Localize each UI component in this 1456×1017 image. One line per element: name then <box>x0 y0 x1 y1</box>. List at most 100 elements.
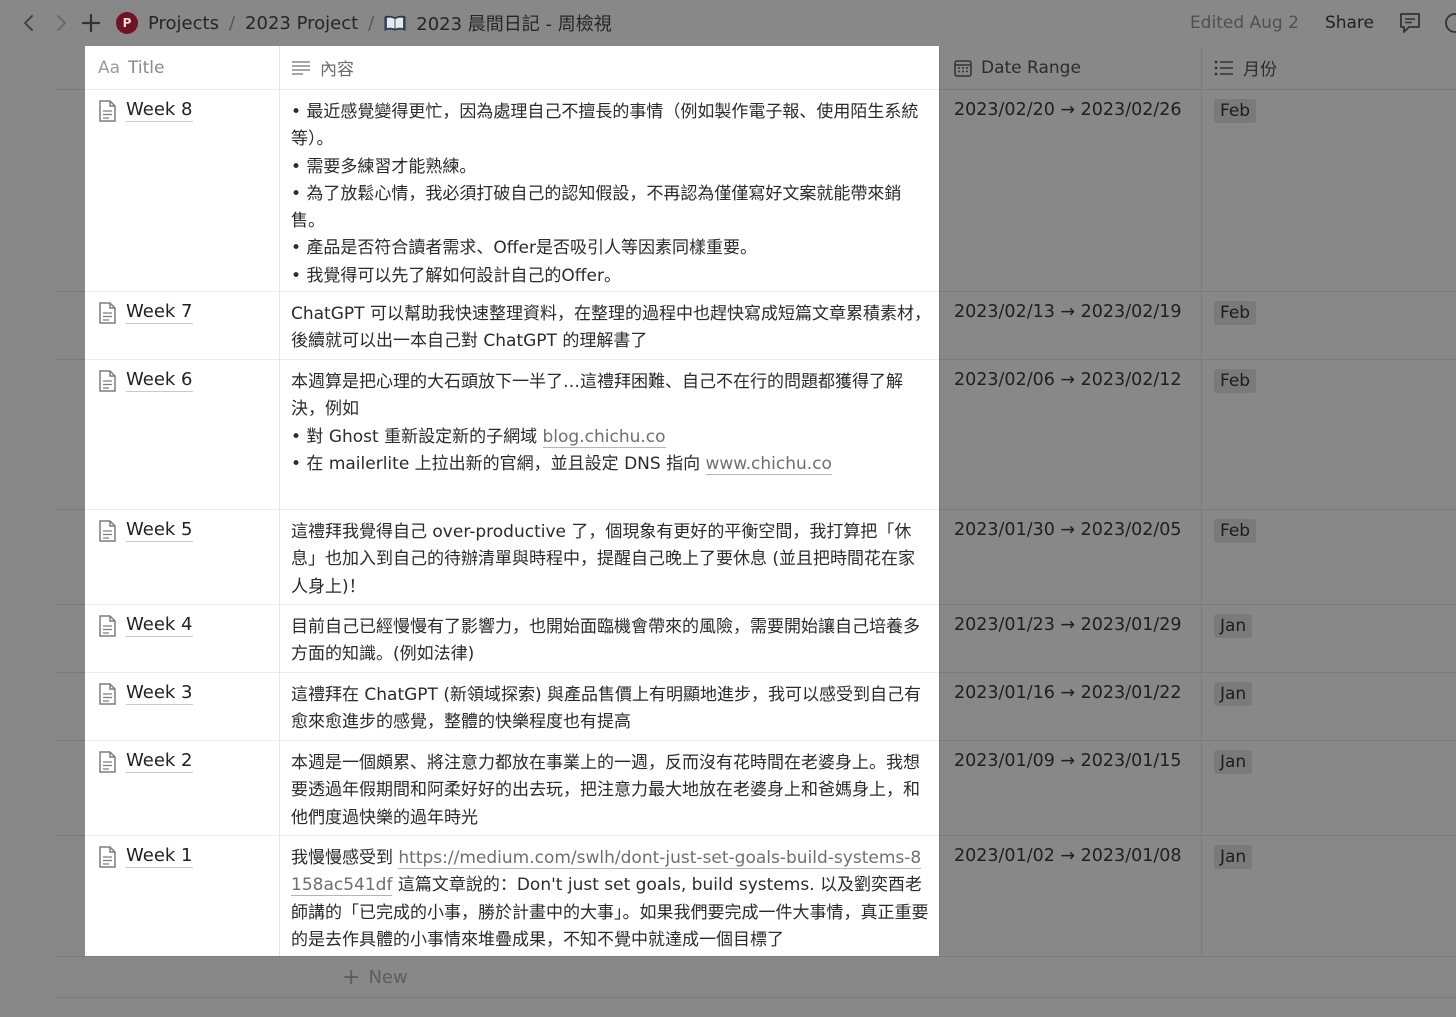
date-range-value: 2023/02/13 → 2023/02/19 <box>954 302 1182 322</box>
page-icon <box>98 302 117 324</box>
title-cell[interactable]: Week 3 <box>85 672 279 740</box>
content-line: • 產品是否符合讀者需求、Offer是否吸引人等因素同樣重要。 <box>291 238 757 259</box>
date-range-value: 2023/02/20 → 2023/02/26 <box>954 100 1182 120</box>
month-cell[interactable]: Feb <box>1201 360 1456 509</box>
new-row-label: New <box>368 967 408 988</box>
month-cell[interactable]: Jan <box>1201 605 1456 672</box>
content-line: • 為了放鬆心情，我必須打破自己的認知假設，不再認為僅僅寫好文案就能帶來銷售。 <box>291 183 902 232</box>
title-cell[interactable]: Week 7 <box>85 291 279 359</box>
month-cell[interactable]: Jan <box>1201 836 1456 957</box>
month-cell[interactable]: Jan <box>1201 673 1456 740</box>
date-cell[interactable]: 2023/02/06 → 2023/02/12 <box>939 360 1201 509</box>
column-header-content[interactable]: 內容 <box>279 46 939 89</box>
breadcrumb-separator: / <box>368 12 375 34</box>
column-header-title[interactable]: Aa Title <box>85 46 279 89</box>
new-row-button[interactable]: + New <box>342 964 408 990</box>
content-cell[interactable]: ChatGPT 可以幫助我快速整理資料，在整理的過程中也趕快寫成短篇文章累積素材… <box>279 291 939 359</box>
breadcrumb-2023-project[interactable]: 2023 Project <box>245 13 358 34</box>
row-title[interactable]: Week 6 <box>126 369 193 392</box>
content-cell[interactable]: • 最近感覺變得更忙，因為處理自己不擅長的事情（例如製作電子報、使用陌生系統等）… <box>279 89 939 291</box>
calendar-icon <box>954 59 972 77</box>
edited-timestamp: Edited Aug 2 <box>1189 13 1299 33</box>
date-range-value: 2023/01/09 → 2023/01/15 <box>954 751 1182 771</box>
date-cell[interactable]: 2023/02/13 → 2023/02/19 <box>939 292 1201 359</box>
row-title[interactable]: Week 8 <box>126 99 193 122</box>
content-cell[interactable]: 本週是一個頗累、將注意力都放在事業上的一週，反而沒有花時間在老婆身上。我想要透過… <box>279 740 939 835</box>
date-range-value: 2023/01/02 → 2023/01/08 <box>954 846 1182 866</box>
date-range-value: 2023/01/16 → 2023/01/22 <box>954 683 1182 703</box>
row-title[interactable]: Week 4 <box>126 614 193 637</box>
month-cell[interactable]: Feb <box>1201 510 1456 604</box>
page-icon <box>98 370 117 392</box>
column-header-label: 內容 <box>320 60 354 80</box>
bullet-text: • 對 Ghost 重新設定新的子網域 <box>291 426 543 447</box>
add-plus-icon[interactable] <box>78 10 104 36</box>
page-icon <box>98 751 117 773</box>
comment-icon[interactable] <box>1398 12 1422 34</box>
breadcrumb: P Projects / 2023 Project / 2023 晨間日記 - … <box>116 10 612 36</box>
content-line: 本週算是把心理的大石頭放下一半了…這禮拜困難、自己不在行的問題都獲得了解決，例如 <box>291 372 903 420</box>
content-line: 目前自己已經慢慢有了影響力，也開始面臨機會帶來的風險，需要開始讓自己培養多方面的… <box>291 617 920 665</box>
page-icon <box>98 100 117 122</box>
website-link[interactable]: www.chichu.co <box>705 453 832 475</box>
content-cell[interactable]: 本週算是把心理的大石頭放下一半了…這禮拜困難、自己不在行的問題都獲得了解決，例如… <box>279 359 939 509</box>
table-row[interactable]: Week 7 ChatGPT 可以幫助我快速整理資料，在整理的過程中也趕快寫成短… <box>56 291 1456 359</box>
content-cell[interactable]: 這禮拜在 ChatGPT (新領域探索) 與產品售價上有明顯地進步，我可以感受到… <box>279 672 939 740</box>
title-cell[interactable]: Week 8 <box>85 89 279 291</box>
table-row[interactable]: Week 4 目前自己已經慢慢有了影響力，也開始面臨機會帶來的風險，需要開始讓自… <box>56 604 1456 672</box>
table-row[interactable]: Week 6 本週算是把心理的大石頭放下一半了…這禮拜困難、自己不在行的問題都獲… <box>56 359 1456 509</box>
clock-icon[interactable] <box>1444 12 1456 34</box>
date-cell[interactable]: 2023/01/30 → 2023/02/05 <box>939 510 1201 604</box>
content-line: ChatGPT 可以幫助我快速整理資料，在整理的過程中也趕快寫成短篇文章累積素材… <box>291 304 931 352</box>
back-arrow-icon[interactable] <box>16 10 42 36</box>
breadcrumb-projects[interactable]: Projects <box>148 13 219 34</box>
column-header-label: Title <box>128 57 165 78</box>
title-cell[interactable]: Week 4 <box>85 604 279 672</box>
column-header-date-range[interactable]: Date Range <box>939 46 1201 89</box>
new-row: + New <box>56 956 1456 998</box>
subdomain-link[interactable]: blog.chichu.co <box>542 426 666 448</box>
month-tag: Jan <box>1214 845 1253 869</box>
row-title[interactable]: Week 5 <box>126 519 193 542</box>
column-header-label: 月份 <box>1243 60 1277 80</box>
text-lines-icon <box>291 60 311 76</box>
table-row[interactable]: Week 5 這禮拜我覺得自己 over-productive 了，個現象有更好… <box>56 509 1456 604</box>
title-cell[interactable]: Week 6 <box>85 359 279 509</box>
table-row[interactable]: Week 8 • 最近感覺變得更忙，因為處理自己不擅長的事情（例如製作電子報、使… <box>56 89 1456 291</box>
content-text: 我慢慢感受到 <box>291 848 399 868</box>
month-cell[interactable]: Jan <box>1201 741 1456 835</box>
row-title[interactable]: Week 7 <box>126 301 193 324</box>
table-row[interactable]: Week 2 本週是一個頗累、將注意力都放在事業上的一週，反而沒有花時間在老婆身… <box>56 740 1456 835</box>
title-cell[interactable]: Week 1 <box>85 835 279 957</box>
content-line: • 我覺得可以先了解如何設計自己的Offer。 <box>291 265 621 286</box>
share-button[interactable]: Share <box>1325 13 1374 33</box>
content-line: • 對 Ghost 重新設定新的子網域 blog.chichu.co <box>291 424 931 451</box>
title-cell[interactable]: Week 5 <box>85 509 279 604</box>
page-icon <box>98 683 117 705</box>
top-bar: P Projects / 2023 Project / 2023 晨間日記 - … <box>0 0 1456 46</box>
date-cell[interactable]: 2023/01/09 → 2023/01/15 <box>939 741 1201 835</box>
month-tag: Feb <box>1214 369 1257 393</box>
date-cell[interactable]: 2023/01/23 → 2023/01/29 <box>939 605 1201 672</box>
workspace-avatar[interactable]: P <box>116 12 138 34</box>
plus-icon: + <box>342 964 361 990</box>
row-title[interactable]: Week 2 <box>126 750 193 773</box>
content-cell[interactable]: 我慢慢感受到 https://medium.com/swlh/dont-just… <box>279 835 939 957</box>
row-title[interactable]: Week 1 <box>126 845 193 868</box>
content-cell[interactable]: 這禮拜我覺得自己 over-productive 了，個現象有更好的平衡空間，我… <box>279 509 939 604</box>
month-cell[interactable]: Feb <box>1201 292 1456 359</box>
table-row[interactable]: Week 1 我慢慢感受到 https://medium.com/swlh/do… <box>56 835 1456 957</box>
breadcrumb-current-page[interactable]: 2023 晨間日記 - 周檢視 <box>416 10 611 36</box>
content-cell[interactable]: 目前自己已經慢慢有了影響力，也開始面臨機會帶來的風險，需要開始讓自己培養多方面的… <box>279 604 939 672</box>
date-range-value: 2023/01/30 → 2023/02/05 <box>954 520 1182 540</box>
date-cell[interactable]: 2023/02/20 → 2023/02/26 <box>939 90 1201 291</box>
content-line: • 在 mailerlite 上拉出新的官網，並且設定 DNS 指向 www.c… <box>291 451 931 478</box>
column-header-month[interactable]: 月份 <box>1201 46 1456 89</box>
row-title[interactable]: Week 3 <box>126 682 193 705</box>
date-cell[interactable]: 2023/01/02 → 2023/01/08 <box>939 836 1201 957</box>
table-row[interactable]: Week 3 這禮拜在 ChatGPT (新領域探索) 與產品售價上有明顯地進步… <box>56 672 1456 740</box>
forward-arrow-icon[interactable] <box>48 10 74 36</box>
title-cell[interactable]: Week 2 <box>85 740 279 835</box>
month-cell[interactable]: Feb <box>1201 90 1456 291</box>
date-cell[interactable]: 2023/01/16 → 2023/01/22 <box>939 673 1201 740</box>
